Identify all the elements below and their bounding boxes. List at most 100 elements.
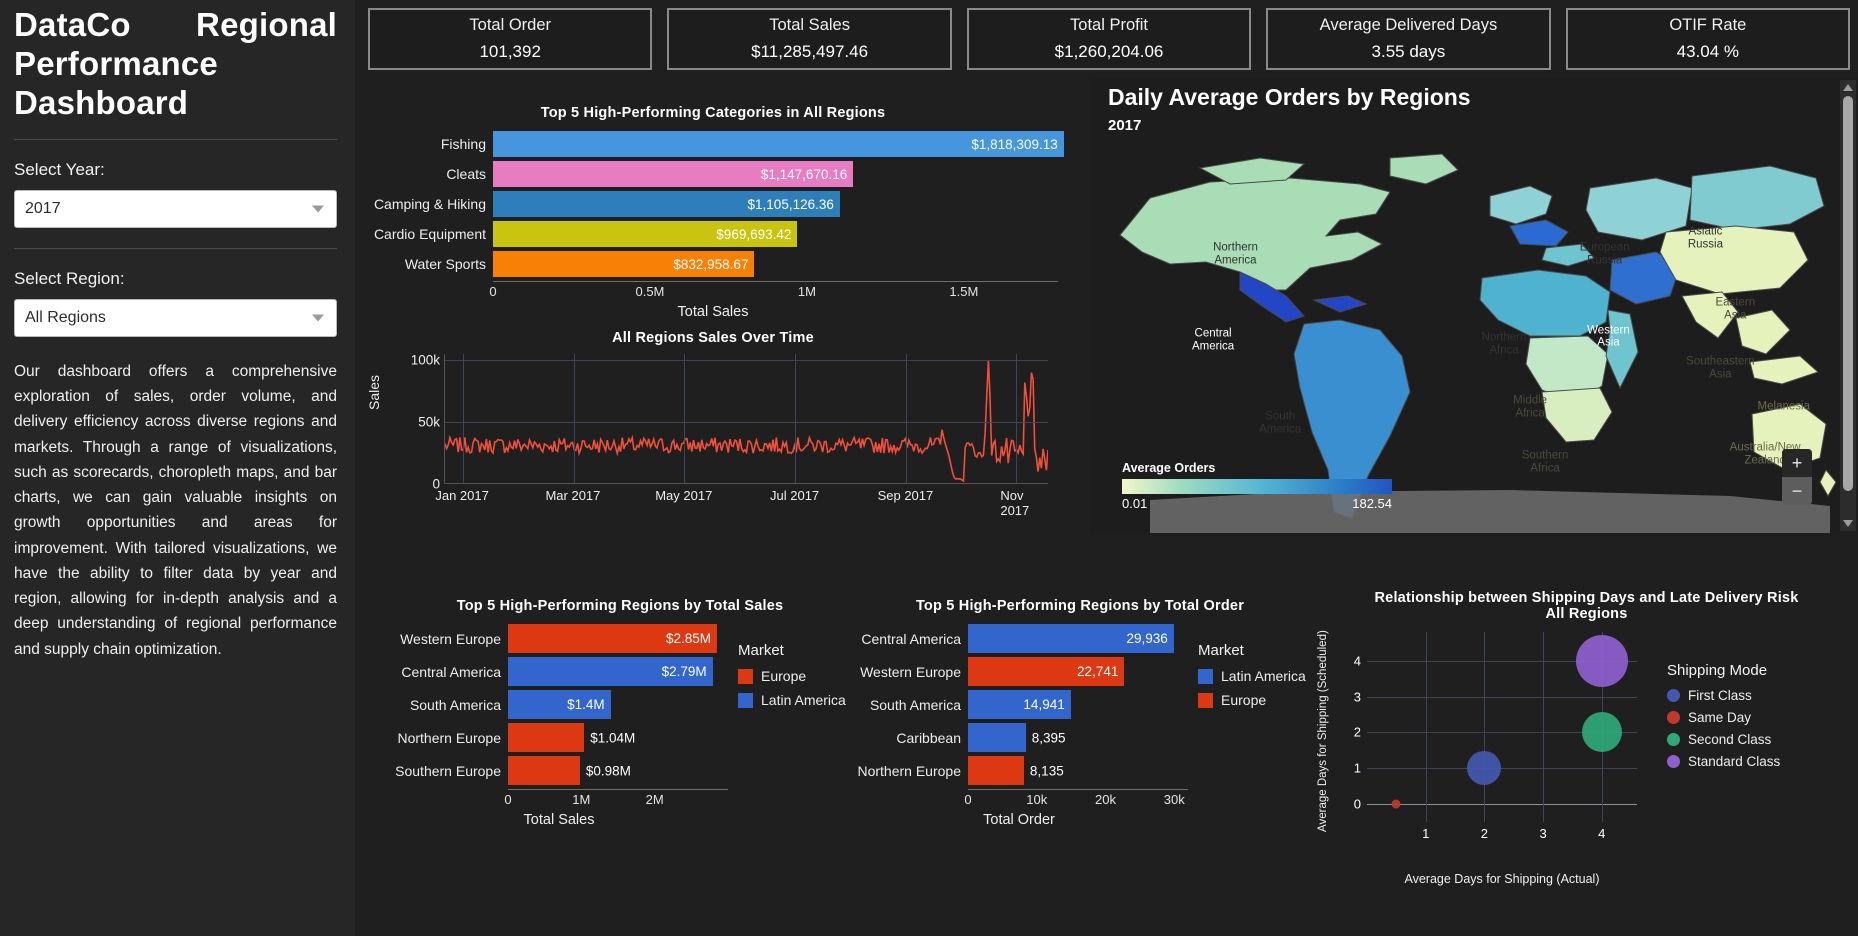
x-tick-label: 1 — [1422, 826, 1430, 841]
bar-fill[interactable]: $2.79M — [508, 657, 713, 686]
bar-row[interactable]: Southern Europe $0.98M — [390, 756, 728, 785]
x-axis-ticks: Jan 2017 Mar 2017 May 2017 Jul 2017 Sep 2017… — [435, 488, 1048, 518]
bar-row[interactable]: Fishing $1,818,309.13 — [368, 131, 1064, 157]
zoom-in-button[interactable]: + — [1782, 449, 1812, 477]
scatter-point[interactable] — [1391, 799, 1401, 809]
chart-subtitle: All Regions — [1545, 606, 1628, 622]
x-axis-title: Total Order — [983, 812, 1055, 828]
bar-fill[interactable]: $1.4M — [508, 690, 611, 719]
bar-fill[interactable]: 29,936 — [968, 624, 1174, 653]
sidebar: DataCo Regional Performance Dashboard Se… — [0, 0, 355, 936]
kpi-title: Total Profit — [1070, 16, 1148, 34]
bar-fill[interactable]: $1,818,309.13 — [493, 131, 1064, 157]
bar-row[interactable]: Central America 29,936 — [850, 624, 1188, 653]
legend-swatch — [1198, 668, 1213, 684]
bar-row[interactable]: Western Europe 22,741 — [850, 657, 1188, 686]
grid-line — [1016, 354, 1018, 483]
legend-item[interactable]: Standard Class — [1667, 754, 1857, 769]
bar-row[interactable]: Northern Europe $1.04M — [390, 723, 728, 752]
kpi-title: Average Delivered Days — [1319, 16, 1498, 34]
year-filter-label: Select Year: — [14, 159, 105, 179]
grid-line — [445, 360, 1048, 362]
map-subtitle: 2017 — [1108, 117, 1142, 134]
legend-item[interactable]: Second Class — [1667, 732, 1857, 747]
x-tick-label: 1M — [797, 284, 816, 299]
bar-category-label: Central America — [861, 630, 961, 647]
scatter-point[interactable] — [1575, 634, 1628, 687]
bar-row[interactable]: South America $1.4M — [390, 690, 728, 719]
bar-track: $2.85M — [508, 624, 728, 653]
bar-value-label: $969,693.42 — [716, 226, 792, 242]
scrollbar-thumb[interactable] — [1843, 96, 1853, 491]
scroll-up-arrow-icon[interactable] — [1843, 84, 1853, 91]
bar-category-label: Camping & Hiking — [373, 196, 486, 212]
bar-value-label: $0.98M — [585, 763, 631, 778]
bar-category-label: South America — [409, 696, 501, 713]
x-tick-label: 30k — [1163, 792, 1185, 807]
bar-row[interactable]: Water Sports $832,958.67 — [368, 251, 1058, 277]
bar-fill[interactable]: $1,147,670.16 — [493, 161, 854, 187]
bar-row[interactable]: Cardio Equipment $969,693.42 — [368, 221, 1058, 247]
map-scrollbar[interactable] — [1840, 80, 1856, 531]
map-zoom-controls[interactable]: + − — [1782, 449, 1812, 505]
legend-title: Shipping Mode — [1667, 662, 1768, 679]
chart-top-categories: Top 5 High-Performing Categories in All … — [368, 105, 1064, 325]
bar-fill[interactable] — [508, 723, 585, 752]
bar-category-label: Northern Europe — [857, 762, 961, 779]
kpi-card: Total Profit $1,260,204.06 — [966, 8, 1252, 70]
chevron-down-icon — [312, 314, 324, 322]
region-select[interactable]: All Regions — [14, 298, 337, 337]
scatter-point[interactable] — [1467, 751, 1502, 786]
shipping-mode-legend: Shipping Mode First Class Same Day Second … — [1667, 662, 1857, 776]
zoom-out-button[interactable]: − — [1782, 477, 1812, 505]
legend-item[interactable]: Same Day — [1667, 710, 1857, 725]
bar-fill[interactable]: $2.85M — [508, 624, 717, 653]
bar-fill[interactable] — [968, 723, 1026, 752]
legend-item[interactable]: Latin America — [1198, 668, 1310, 684]
x-axis-ticks: 0 0.5M 1M 1.5M — [489, 282, 1058, 300]
region-filter-label: Select Region: — [14, 268, 125, 288]
x-tick-label: 1.5M — [949, 284, 979, 299]
legend-item[interactable]: Latin America — [738, 692, 850, 708]
x-axis-ticks: 0 1M 2M — [504, 790, 728, 808]
grid-line — [1543, 632, 1545, 822]
x-tick-label: 2 — [1480, 826, 1489, 841]
x-tick-label: Nov 2017 — [1000, 488, 1030, 518]
bar-fill[interactable] — [508, 756, 580, 785]
bar-value-label: $1.4M — [567, 697, 605, 712]
kpi-value: $11,285,497.46 — [751, 42, 869, 61]
chart-regions-by-order: Top 5 High-Performing Regions by Total O… — [850, 598, 1310, 898]
bar-fill[interactable]: $969,693.42 — [493, 221, 798, 247]
grid-line — [795, 354, 797, 483]
legend-item[interactable]: First Class — [1667, 688, 1857, 703]
dashboard-description: Our dashboard offers a comprehensive exp… — [14, 362, 337, 658]
bar-row[interactable]: South America 14,941 — [850, 690, 1188, 719]
bar-fill[interactable]: 14,941 — [968, 690, 1071, 719]
bar-rows: Western Europe $2.85M Central America $2.79… — [390, 624, 728, 785]
legend-item[interactable]: Europe — [738, 668, 850, 684]
x-tick-label: 0.5M — [635, 284, 665, 299]
y-tick-label: 1 — [1353, 760, 1361, 776]
legend-title: Market — [738, 642, 784, 659]
bar-fill[interactable]: $832,958.67 — [493, 251, 755, 277]
scatter-point[interactable] — [1581, 712, 1622, 753]
legend-item[interactable]: Europe — [1198, 692, 1310, 708]
year-select[interactable]: 2017 — [14, 189, 337, 228]
bar-row[interactable]: Northern Europe 8,135 — [850, 756, 1188, 785]
choropleth-map-panel[interactable]: Daily Average Orders by Regions 2017 Nor… — [1090, 78, 1858, 533]
bar-row[interactable]: Western Europe $2.85M — [390, 624, 728, 653]
bar-fill[interactable] — [968, 756, 1024, 785]
bar-fill[interactable]: 22,741 — [968, 657, 1125, 686]
bar-row[interactable]: Camping & Hiking $1,105,126.36 — [368, 191, 1058, 217]
sales-line-series — [445, 354, 1048, 483]
bar-row[interactable]: Central America $2.79M — [390, 657, 728, 686]
x-tick-label: 20k — [1095, 792, 1116, 807]
bar-fill[interactable]: $1,105,126.36 — [493, 191, 840, 217]
market-legend: Market Europe Latin America — [728, 614, 850, 828]
bar-track: $1,147,670.16 — [493, 161, 1058, 187]
y-tick-label: 100k — [410, 352, 440, 368]
legend-label: Same Day — [1688, 710, 1752, 725]
scroll-down-arrow-icon[interactable] — [1843, 520, 1853, 527]
bar-row[interactable]: Cleats $1,147,670.16 — [368, 161, 1058, 187]
bar-row[interactable]: Caribbean 8,395 — [850, 723, 1188, 752]
